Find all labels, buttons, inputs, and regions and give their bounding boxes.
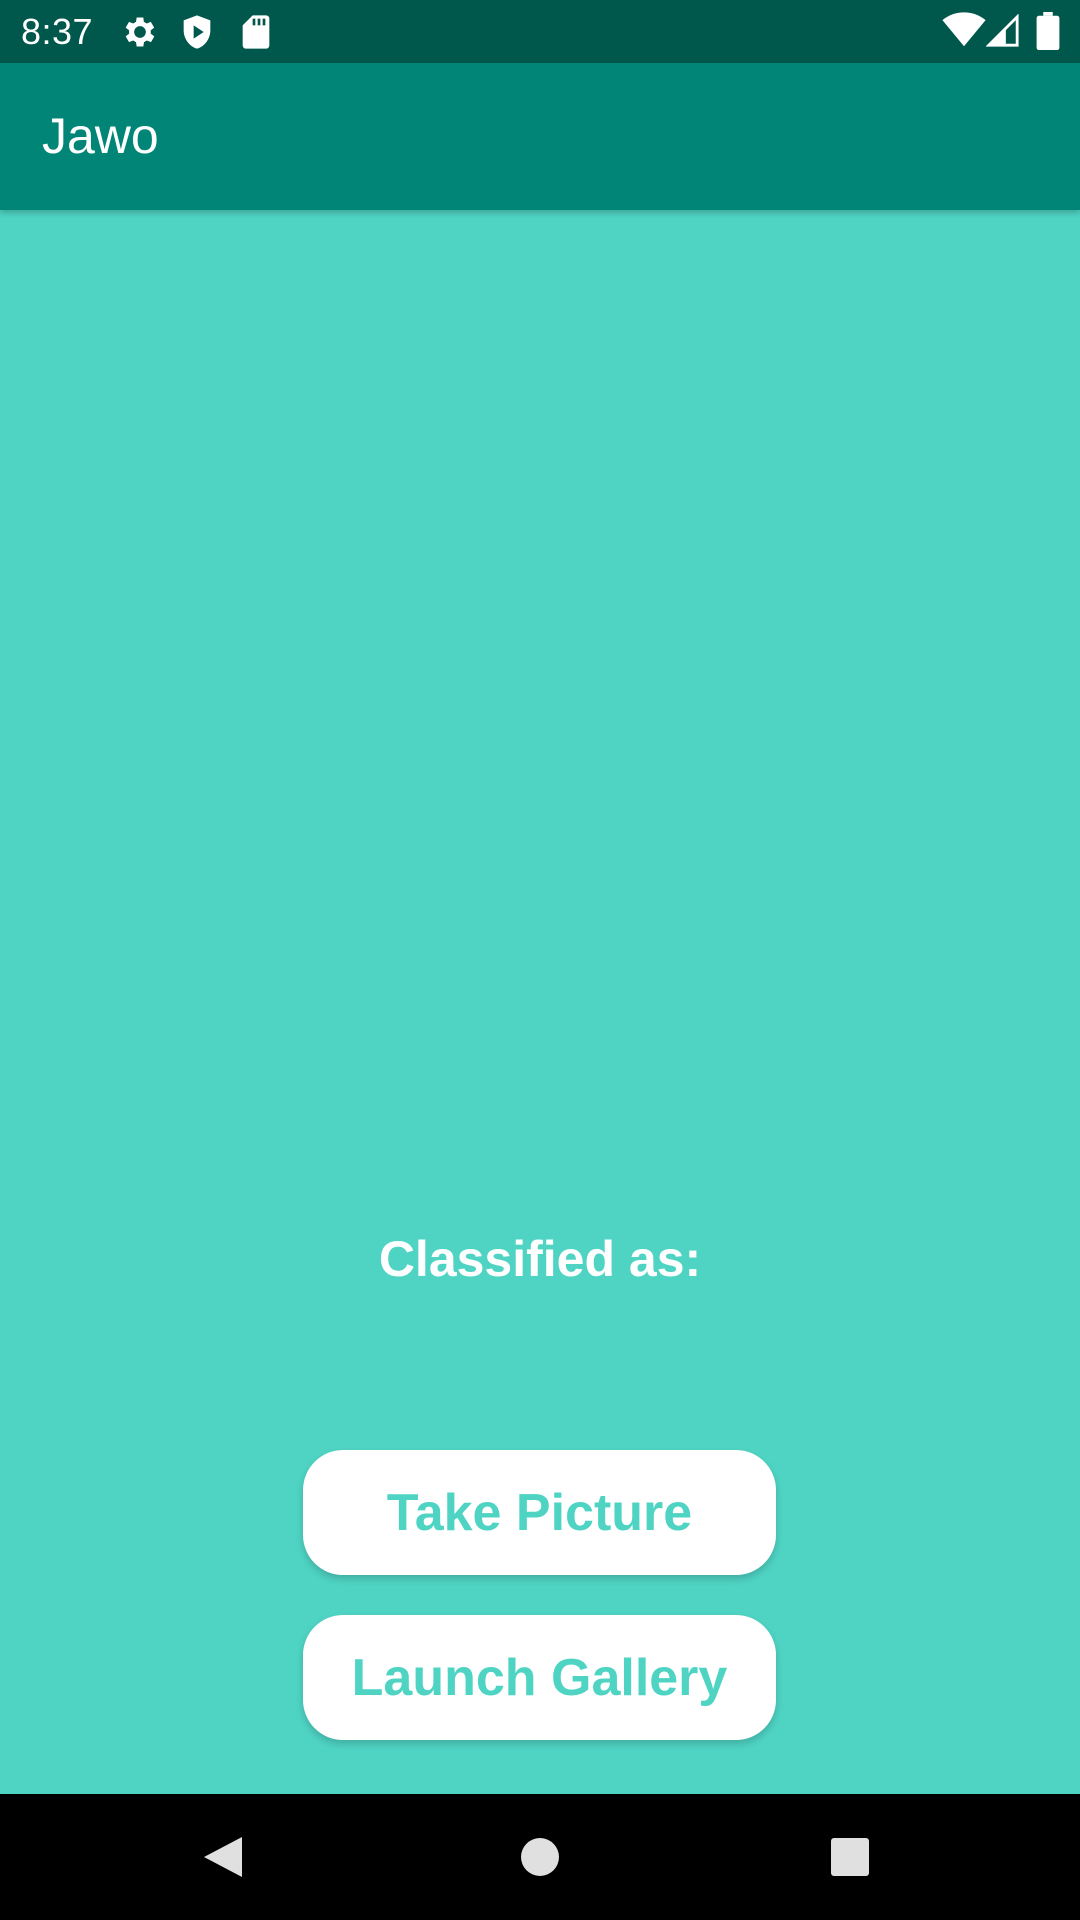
sd-card-icon — [242, 15, 270, 49]
navigation-bar — [0, 1794, 1080, 1920]
status-time: 8:37 — [21, 11, 94, 52]
app-bar: Jawo — [0, 63, 1080, 210]
gear-icon — [125, 17, 155, 47]
back-icon[interactable] — [196, 1827, 256, 1887]
take-picture-button[interactable]: Take Picture — [303, 1450, 776, 1575]
screen: 8:37 Jawo Classified as: Take Picture La… — [0, 0, 1080, 1920]
app-title: Jawo — [42, 108, 159, 164]
wifi-icon — [942, 12, 986, 47]
battery-icon — [1036, 12, 1060, 50]
main-content: Classified as: Take Picture Launch Galle… — [0, 210, 1080, 1794]
image-preview — [0, 210, 1080, 1170]
launch-gallery-button[interactable]: Launch Gallery — [303, 1615, 776, 1740]
signal-icon — [986, 14, 1019, 47]
classification-result-label: Classified as: — [378, 1231, 702, 1287]
recents-icon[interactable] — [820, 1827, 880, 1887]
status-bar: 8:37 — [0, 0, 1080, 63]
shield-play-icon — [183, 15, 211, 49]
home-icon[interactable] — [510, 1827, 570, 1887]
